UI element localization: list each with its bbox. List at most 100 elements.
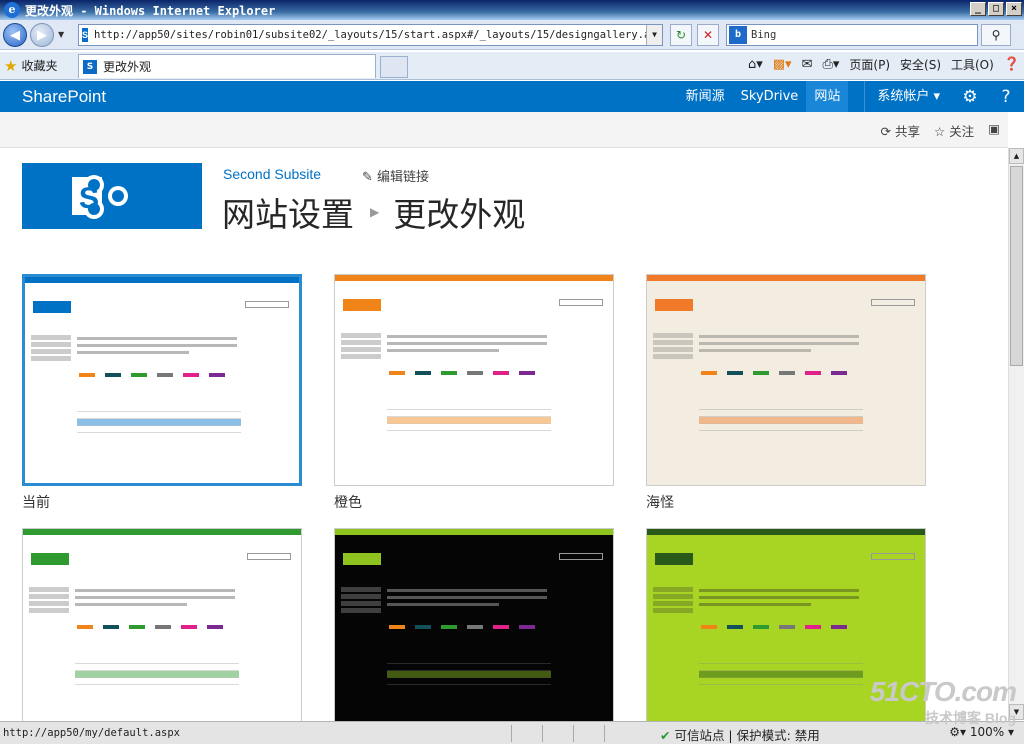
site-logo[interactable]: S S xyxy=(22,163,202,229)
edit-links-label: 编辑链接 xyxy=(377,170,430,185)
thumbnail-search xyxy=(559,299,603,306)
design-caption[interactable]: 当前 xyxy=(22,492,50,512)
thumbnail-suite-bar xyxy=(23,529,301,535)
focus-content-icon[interactable]: ▣ xyxy=(988,121,1000,140)
edit-links-button[interactable]: ✎ 编辑链接 xyxy=(362,166,429,185)
thumbnail-nav-line xyxy=(341,594,381,599)
thumbnail-text-line xyxy=(77,344,237,347)
thumbnail-text xyxy=(699,585,859,610)
scroll-thumb[interactable] xyxy=(1010,166,1023,366)
thumbnail-text-line xyxy=(387,342,547,345)
settings-gear-icon[interactable]: ⚙ xyxy=(952,87,988,107)
sharepoint-brand[interactable]: SharePoint xyxy=(22,87,106,107)
new-tab-button[interactable] xyxy=(380,56,408,78)
search-button[interactable]: ⚲ xyxy=(981,24,1011,46)
design-thumbnail[interactable] xyxy=(646,274,926,486)
page-title: 网站设置 ▶ 更改外观 xyxy=(222,188,525,236)
thumbnail-nav-line xyxy=(31,342,71,347)
history-dropdown-icon[interactable]: ▼ xyxy=(58,30,64,39)
design-caption[interactable]: 海怪 xyxy=(646,492,674,512)
safety-menu[interactable]: 安全(S) xyxy=(900,56,941,73)
address-bar[interactable]: S http://app50/sites/robin01/subsite02/_… xyxy=(78,24,663,46)
thumbnail-swatch xyxy=(727,625,743,629)
maximize-button[interactable]: □ xyxy=(988,2,1004,16)
thumbnail-swatch xyxy=(805,625,821,629)
help-icon[interactable]: ❓ xyxy=(1004,57,1020,72)
svg-text:S: S xyxy=(79,182,99,215)
thumbnail-swatch xyxy=(129,625,145,629)
thumbnail-search xyxy=(871,553,915,560)
page-scrollbar[interactable]: ▲ ▼ xyxy=(1008,148,1024,720)
suite-link-skydrive[interactable]: SkyDrive xyxy=(733,81,807,112)
thumbnail-nav-line xyxy=(653,354,693,359)
thumbnail-text-line xyxy=(699,603,811,606)
thumbnail-swatch xyxy=(701,625,717,629)
browser-tab[interactable]: S 更改外观 xyxy=(78,54,376,78)
thumbnail-logo xyxy=(31,553,69,565)
scroll-up-icon[interactable]: ▲ xyxy=(1009,148,1024,164)
design-thumbnail[interactable] xyxy=(22,528,302,740)
thumbnail-table-row xyxy=(77,426,241,433)
thumbnail-swatch xyxy=(519,625,535,629)
close-window-button[interactable]: × xyxy=(1006,2,1022,16)
thumbnail-logo xyxy=(655,553,693,565)
thumbnail-swatch xyxy=(805,371,821,375)
share-button[interactable]: ⟳ 共享 xyxy=(881,121,920,140)
thumbnail-text xyxy=(387,331,547,356)
thumbnail-nav-line xyxy=(341,608,381,613)
address-dropdown-icon[interactable]: ▼ xyxy=(646,25,662,45)
search-box[interactable]: b Bing xyxy=(726,24,978,46)
thumbnail-table xyxy=(77,405,241,433)
thumbnail-table-row xyxy=(77,412,241,419)
breadcrumb-parent[interactable]: 网站设置 xyxy=(222,188,354,236)
favorites-button[interactable]: ★ 收藏夹 xyxy=(4,57,57,75)
thumbnail-swatch xyxy=(415,371,431,375)
status-url: http://app50/my/default.aspx xyxy=(3,727,181,739)
help-question-icon[interactable]: ? xyxy=(988,87,1024,107)
thumbnail-nav-line xyxy=(29,601,69,606)
suite-link-sites[interactable]: 网站 xyxy=(806,81,849,112)
mail-icon[interactable]: ✉ xyxy=(802,57,813,72)
page-menu[interactable]: 页面(P) xyxy=(849,56,890,73)
share-label: 共享 xyxy=(894,124,920,139)
design-thumbnail[interactable] xyxy=(334,274,614,486)
thumbnail-nav xyxy=(653,585,693,615)
thumbnail-swatch xyxy=(77,625,93,629)
command-bar: ⌂▾ ▩▾ ✉ ⎙▾ 页面(P) 安全(S) 工具(O) ❓ xyxy=(748,56,1020,73)
thumbnail-table-row xyxy=(699,424,863,431)
home-icon[interactable]: ⌂▾ xyxy=(748,57,763,72)
forward-button[interactable]: ▶ xyxy=(30,22,54,47)
thumbnail-text-line xyxy=(387,349,499,352)
thumbnail-search xyxy=(245,301,289,308)
print-icon[interactable]: ⎙▾ xyxy=(822,57,839,72)
site-name-link[interactable]: Second Subsite xyxy=(223,166,321,182)
feeds-icon[interactable]: ▩▾ xyxy=(773,57,792,72)
follow-button[interactable]: ☆ 关注 xyxy=(934,121,974,140)
thumbnail-search xyxy=(871,299,915,306)
minimize-button[interactable]: _ xyxy=(970,2,986,16)
window-title-bar: e 更改外观 - Windows Internet Explorer _ □ × xyxy=(0,0,1024,20)
design-caption[interactable]: 橙色 xyxy=(334,492,362,512)
thumbnail-suite-bar xyxy=(647,529,925,535)
thumbnail-nav xyxy=(341,585,381,615)
account-menu[interactable]: 系统帐户 ▾ xyxy=(864,81,952,112)
thumbnail-text-line xyxy=(387,603,499,606)
thumbnail-nav-line xyxy=(29,587,69,592)
zone-status: ✔ 可信站点 | 保护模式: 禁用 xyxy=(660,725,820,744)
refresh-button[interactable]: ↻ xyxy=(670,24,692,46)
sharepoint-favicon-icon: S xyxy=(82,28,89,42)
thumbnail-table xyxy=(699,657,863,685)
stop-button[interactable]: ✕ xyxy=(697,24,719,46)
thumbnail-text-line xyxy=(699,349,811,352)
design-thumbnail[interactable] xyxy=(334,528,614,740)
status-divider xyxy=(604,724,605,742)
thumbnail-suite-bar xyxy=(647,275,925,281)
design-thumbnail[interactable] xyxy=(22,274,302,486)
suite-link-newsfeed[interactable]: 新闻源 xyxy=(678,81,733,112)
thumbnail-nav-line xyxy=(31,335,71,340)
thumbnail-nav-line xyxy=(341,333,381,338)
thumbnail-table-row xyxy=(75,664,239,671)
tools-menu[interactable]: 工具(O) xyxy=(951,56,994,73)
thumbnail-swatch xyxy=(701,371,717,375)
back-button[interactable]: ◀ xyxy=(3,22,27,47)
